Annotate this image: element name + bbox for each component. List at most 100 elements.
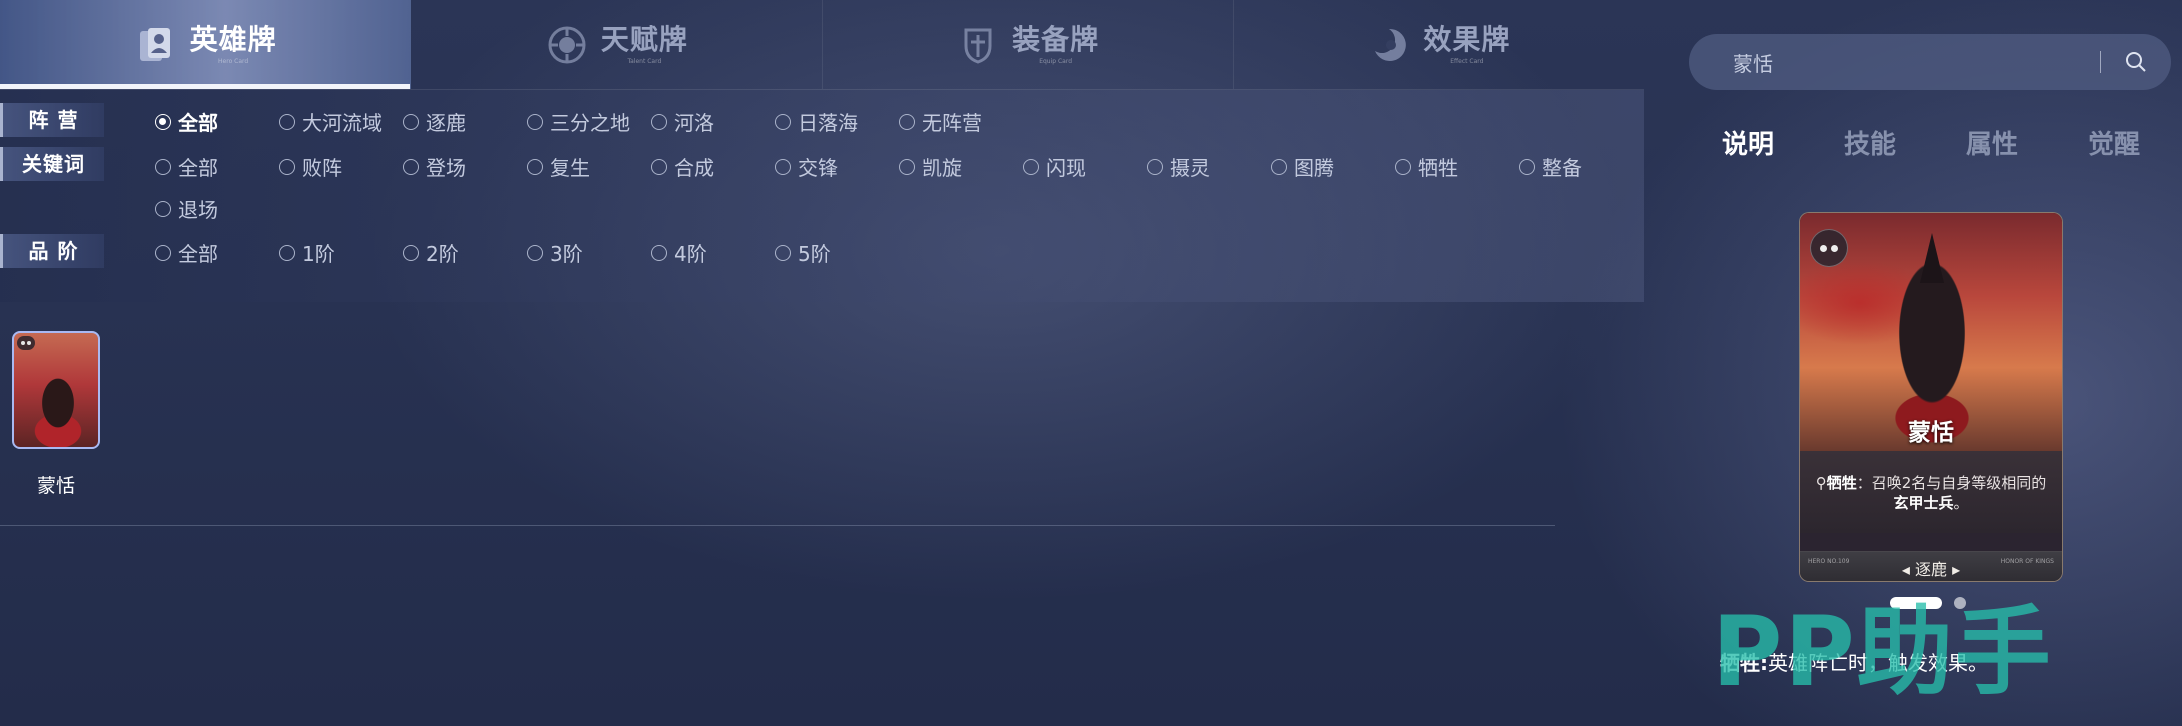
keyword-option[interactable]: 退场 — [155, 194, 218, 223]
detail-tabs: 说明 技能 属性 觉醒 — [1700, 124, 2180, 164]
option-label: 5阶 — [798, 242, 831, 266]
option-label: 图腾 — [1294, 156, 1334, 180]
tab-skills[interactable]: 技能 — [1844, 124, 1896, 161]
card-type-tabs: 英雄牌 Hero Card 天赋牌 Talent Card 装备牌 Equip Car… — [0, 0, 1644, 90]
grade-option[interactable]: 1阶 — [279, 238, 335, 267]
tab-hero-card[interactable]: 英雄牌 Hero Card — [0, 0, 412, 89]
hero-thumbnail[interactable] — [12, 331, 100, 449]
keyword-option[interactable]: 摄灵 — [1147, 152, 1210, 181]
radio-icon — [651, 113, 667, 130]
camp-option-river[interactable]: 大河流域 — [279, 107, 382, 136]
card-desc-text: ：召唤2名与自身等级相同的 — [1856, 474, 2047, 492]
keyword-option[interactable]: 败阵 — [279, 152, 342, 181]
radio-icon — [155, 244, 171, 261]
option-label: 登场 — [426, 156, 466, 180]
tab-description[interactable]: 说明 — [1722, 124, 1774, 161]
tab-awakening[interactable]: 觉醒 — [2088, 124, 2140, 161]
filter-row-grade: 品 阶 — [0, 234, 104, 268]
tab-sublabel: Effect Card — [1450, 58, 1484, 65]
camp-option-heluo[interactable]: 河洛 — [651, 107, 714, 136]
radio-icon — [1271, 158, 1287, 175]
tab-attributes[interactable]: 属性 — [1966, 124, 2018, 161]
watermark-logo: PP助手 — [1712, 596, 2053, 708]
keyword-option[interactable]: 合成 — [651, 152, 714, 181]
option-label: 4阶 — [674, 242, 707, 266]
option-label: 全部 — [178, 156, 218, 180]
radio-icon — [651, 244, 667, 261]
camp-option-zhulu[interactable]: 逐鹿 — [403, 107, 466, 136]
radio-icon — [775, 113, 791, 130]
grade-option[interactable]: 5阶 — [775, 238, 831, 267]
keyword-option-all[interactable]: 全部 — [155, 152, 218, 181]
option-label: 全部 — [178, 111, 218, 135]
hero-result-item[interactable]: 蒙恬 — [12, 331, 100, 498]
option-label: 3阶 — [550, 242, 583, 266]
radio-icon — [403, 158, 419, 175]
keyword-option[interactable]: 复生 — [527, 152, 590, 181]
option-label: 1阶 — [302, 242, 335, 266]
hero-card-icon — [134, 23, 178, 67]
radio-icon — [527, 244, 543, 261]
keyword-option[interactable]: 凯旋 — [899, 152, 962, 181]
pin-icon: ⚲ — [1815, 474, 1827, 492]
option-label: 2阶 — [426, 242, 459, 266]
grade-option-all[interactable]: 全部 — [155, 238, 218, 267]
radio-icon — [899, 113, 915, 130]
radio-icon — [527, 113, 543, 130]
filter-label-keyword: 关键词 — [0, 147, 104, 181]
option-label: 牺牲 — [1418, 156, 1458, 180]
option-label: 复生 — [550, 156, 590, 180]
option-label: 逐鹿 — [426, 111, 466, 135]
hero-name: 蒙恬 — [36, 475, 75, 497]
camp-option-all[interactable]: 全部 — [155, 107, 218, 136]
keyword-option[interactable]: 牺牲 — [1395, 152, 1458, 181]
radio-icon — [1519, 158, 1535, 175]
tab-talent-card[interactable]: 天赋牌 Talent Card — [411, 0, 823, 89]
tab-equipment-card[interactable]: 装备牌 Equip Card — [823, 0, 1234, 89]
filter-label-grade: 品 阶 — [0, 234, 104, 268]
radio-icon — [527, 158, 543, 175]
option-label: 日落海 — [798, 111, 858, 135]
grade-option[interactable]: 4阶 — [651, 238, 707, 267]
effect-card-icon — [1367, 23, 1411, 67]
search-input[interactable] — [1689, 34, 2100, 90]
talent-card-icon — [545, 23, 589, 67]
keyword-option[interactable]: 交锋 — [775, 152, 838, 181]
tab-sublabel: Hero Card — [218, 58, 249, 65]
card-description: ⚲牺牲：召唤2名与自身等级相同的玄甲士兵。 — [1800, 451, 2062, 533]
grade-option[interactable]: 3阶 — [527, 238, 583, 267]
tab-label: 装备牌 — [1012, 23, 1100, 56]
tab-label: 英雄牌 — [189, 23, 277, 56]
option-label: 大河流域 — [302, 111, 382, 135]
keyword-option[interactable]: 登场 — [403, 152, 466, 181]
card-desc-highlight: 玄甲士兵 — [1893, 494, 1954, 512]
tab-effect-card[interactable]: 效果牌 Effect Card — [1234, 0, 1644, 89]
search-icon — [2126, 52, 2146, 72]
keyword-option[interactable]: 图腾 — [1271, 152, 1334, 181]
radio-icon — [279, 158, 295, 175]
camp-option-sanfen[interactable]: 三分之地 — [527, 107, 630, 136]
link-icon — [1810, 229, 1848, 267]
option-label: 退场 — [178, 198, 218, 222]
equipment-card-icon — [956, 23, 1000, 67]
radio-icon — [775, 244, 791, 261]
option-label: 合成 — [674, 156, 714, 180]
radio-icon — [279, 244, 295, 261]
radio-icon — [403, 244, 419, 261]
grade-option[interactable]: 2阶 — [403, 238, 459, 267]
option-label: 整备 — [1542, 156, 1582, 180]
keyword-option[interactable]: 整备 — [1519, 152, 1582, 181]
camp-option-riluohai[interactable]: 日落海 — [775, 107, 858, 136]
keyword-option[interactable]: 闪现 — [1023, 152, 1086, 181]
filter-panel: 阵 营 全部 大河流域 逐鹿 三分之地 河洛 日落海 无阵营 关键词 全部 败阵… — [0, 90, 1644, 302]
card-brand: HONOR OF KINGS — [2000, 558, 2054, 565]
search-button[interactable] — [2101, 34, 2171, 90]
hero-card-preview: 蒙恬 ⚲牺牲：召唤2名与自身等级相同的玄甲士兵。 HERO NO.109 ◂ 逐… — [1799, 212, 2063, 582]
card-keyword: 牺牲 — [1826, 474, 1857, 492]
radio-icon — [403, 113, 419, 130]
radio-icon — [155, 113, 171, 130]
option-label: 摄灵 — [1170, 156, 1210, 180]
tab-sublabel: Equip Card — [1039, 58, 1073, 65]
camp-option-none[interactable]: 无阵营 — [899, 107, 982, 136]
filter-row-keyword: 关键词 — [0, 147, 104, 181]
